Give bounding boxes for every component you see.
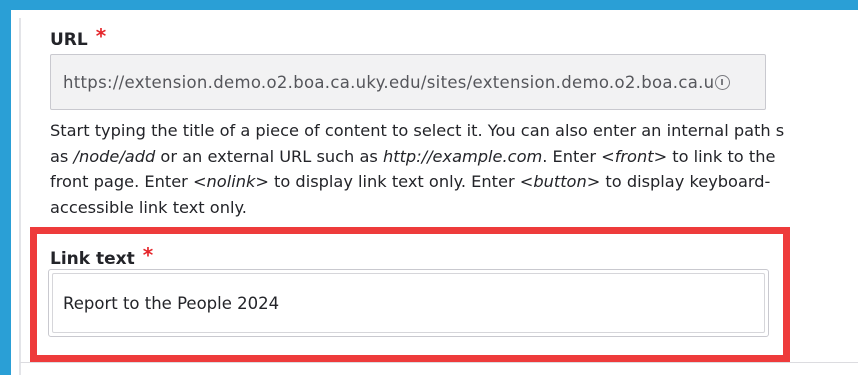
help-text-segment: as xyxy=(50,146,74,166)
help-text-example: http://example.com xyxy=(382,146,543,166)
link-text-field-label: Link text * xyxy=(50,243,154,269)
help-text-segment: to display keyboard- xyxy=(600,172,771,191)
help-line-4: accessible link text only. xyxy=(50,197,247,217)
form-divider xyxy=(19,18,21,375)
url-input[interactable]: https://extension.demo.o2.boa.ca.uky.edu… xyxy=(50,54,766,110)
section-bottom-divider xyxy=(20,362,858,363)
required-marker: * xyxy=(95,24,107,48)
help-text-segment: . Enter xyxy=(542,146,602,166)
help-text-segment: to display link text only. Enter xyxy=(268,172,520,191)
link-text-input-value: Report to the People 2024 xyxy=(63,293,280,313)
url-input-value: https://extension.demo.o2.boa.ca.uky.edu… xyxy=(63,72,715,92)
frame-top-border xyxy=(0,0,858,10)
help-text-example: <button> xyxy=(519,172,601,191)
link-text-input[interactable]: Report to the People 2024 xyxy=(48,269,769,337)
help-line-1: Start typing the title of a piece of con… xyxy=(50,121,785,140)
link-text-label-text: Link text xyxy=(50,249,135,269)
help-text-example: <front> xyxy=(601,146,668,166)
help-line-3: front page. Enter <nolink> to display li… xyxy=(50,169,858,195)
autocomplete-icon xyxy=(715,74,731,90)
required-marker: * xyxy=(142,243,154,267)
url-field-label: URL * xyxy=(50,24,107,50)
frame-left-border xyxy=(0,0,11,375)
help-text-segment: to link to the xyxy=(667,146,776,166)
help-text-example: <nolink> xyxy=(192,172,269,191)
help-line-2: as /node/add or an external URL such as … xyxy=(50,144,858,170)
link-text-input-inner[interactable]: Report to the People 2024 xyxy=(52,273,765,333)
help-text-segment: front page. Enter xyxy=(50,172,193,191)
url-help-text: Start typing the title of a piece of con… xyxy=(50,118,858,220)
help-text-example: /node/add xyxy=(73,146,156,166)
help-text-segment: or an external URL such as xyxy=(155,146,383,166)
url-label-text: URL xyxy=(50,30,88,50)
